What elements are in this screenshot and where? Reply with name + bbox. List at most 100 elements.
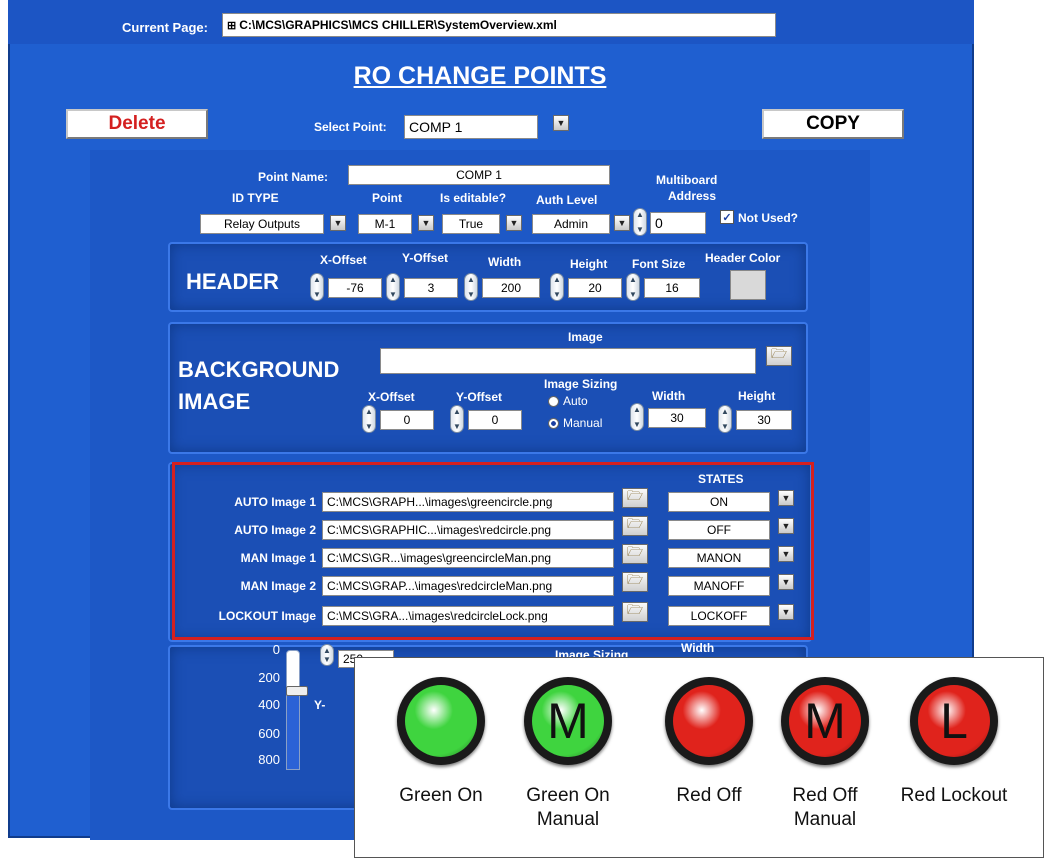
tree-icon: ⊞	[227, 19, 237, 32]
id-type-label: ID TYPE	[232, 191, 279, 205]
header-x-offset-label: X-Offset	[320, 253, 367, 267]
current-page-field[interactable]: ⊞ C:\MCS\GRAPHICS\MCS CHILLER\SystemOver…	[222, 13, 776, 37]
multiboard-spinner[interactable]: ▲ ▼	[633, 208, 647, 236]
image-row-state-dropdown-arrow[interactable]: ▼	[778, 518, 794, 534]
legend-circle-ring	[397, 677, 485, 765]
point-name-field[interactable]: COMP 1	[348, 165, 610, 185]
background-browse-folder-icon[interactable]: 🗁	[766, 346, 792, 366]
auto-label: Auto	[563, 394, 588, 408]
is-editable-field[interactable]: True	[442, 214, 500, 234]
image-row-state-dropdown-arrow[interactable]: ▼	[778, 574, 794, 590]
header-font-size-spinner[interactable]: ▲ ▼	[626, 273, 640, 301]
bg-height-spinner[interactable]: ▲ ▼	[718, 405, 732, 433]
delete-button[interactable]: Delete	[66, 109, 208, 139]
bg-y-offset-field[interactable]: 0	[468, 410, 522, 430]
bg-x-offset-label: X-Offset	[368, 390, 415, 404]
background-image-path-field[interactable]	[380, 348, 756, 374]
image-row-state-dropdown-arrow[interactable]: ▼	[778, 546, 794, 562]
header-font-size-label: Font Size	[632, 257, 686, 271]
header-y-offset-spinner[interactable]: ▲ ▼	[386, 273, 400, 301]
image-sizing-auto-option[interactable]: Auto	[548, 394, 588, 408]
legend-circle-ring: M	[781, 677, 869, 765]
image-row-label: LOCKOUT Image	[218, 609, 316, 623]
multiboard-address-field[interactable]: 0	[650, 212, 706, 234]
image-row-state-field[interactable]: OFF	[668, 520, 770, 540]
id-type-dropdown-arrow[interactable]: ▼	[330, 215, 346, 231]
image-row-state-dropdown-arrow[interactable]: ▼	[778, 604, 794, 620]
legend-circle-ring	[665, 677, 753, 765]
slider-tick-label: 0	[272, 642, 280, 657]
image-row-path-field[interactable]: C:\MCS\GRAP...\images\redcircleMan.png	[322, 576, 614, 596]
point-dropdown-arrow[interactable]: ▼	[418, 215, 434, 231]
image-row-browse-folder-icon[interactable]: 🗁	[622, 544, 648, 564]
image-row-label: AUTO Image 1	[234, 495, 316, 509]
vertical-slider-handle[interactable]	[286, 686, 308, 696]
header-width-spinner[interactable]: ▲ ▼	[464, 273, 478, 301]
legend-caption-line1: Green On	[399, 785, 483, 806]
lower-spinner[interactable]: ▲ ▼	[320, 644, 334, 666]
legend-circle: M	[789, 685, 861, 757]
image-row-state-dropdown-arrow[interactable]: ▼	[778, 490, 794, 506]
legend-caption: Green On	[371, 784, 511, 808]
header-y-offset-field[interactable]: 3	[404, 278, 458, 298]
image-sizing-manual-option[interactable]: Manual	[548, 416, 602, 430]
auth-level-label: Auth Level	[536, 193, 598, 207]
point-label: Point	[372, 191, 402, 205]
image-row-browse-folder-icon[interactable]: 🗁	[622, 516, 648, 536]
header-x-offset-field[interactable]: -76	[328, 278, 382, 298]
point-field[interactable]: M-1	[358, 214, 412, 234]
current-page-label: Current Page:	[122, 20, 208, 35]
legend-caption: Red Off Manual	[755, 784, 895, 832]
header-width-field[interactable]: 200	[482, 278, 540, 298]
copy-button[interactable]: COPY	[762, 109, 904, 139]
image-row-browse-folder-icon[interactable]: 🗁	[622, 602, 648, 622]
slider-tick-label: 200	[258, 670, 280, 685]
bg-width-field[interactable]: 30	[648, 408, 706, 428]
slider-tick-label: 400	[258, 697, 280, 712]
id-type-field[interactable]: Relay Outputs	[200, 214, 324, 234]
header-color-label: Header Color	[705, 251, 781, 265]
state-legend-popup: Green On M Green On Manual Red Off M Red…	[354, 657, 1044, 858]
header-width-label: Width	[488, 255, 522, 269]
image-row-path-field[interactable]: C:\MCS\GRAPHIC...\images\redcircle.png	[322, 520, 614, 540]
image-row-label: AUTO Image 2	[234, 523, 316, 537]
image-row-path-field[interactable]: C:\MCS\GR...\images\greencircleMan.png	[322, 548, 614, 568]
background-image-panel	[168, 322, 808, 454]
image-row-label: MAN Image 1	[240, 551, 316, 565]
manual-radio[interactable]	[548, 417, 559, 429]
address-label: Address	[668, 189, 717, 203]
bg-width-spinner[interactable]: ▲ ▼	[630, 403, 644, 431]
select-point-field[interactable]: COMP 1	[404, 115, 538, 139]
select-point-label: Select Point:	[314, 120, 387, 134]
bg-x-offset-field[interactable]: 0	[380, 410, 434, 430]
header-height-spinner[interactable]: ▲ ▼	[550, 273, 564, 301]
bg-height-field[interactable]: 30	[736, 410, 792, 430]
not-used-label: Not Used?	[738, 211, 798, 225]
select-point-dropdown-arrow[interactable]: ▼	[553, 115, 569, 131]
image-row-path-field[interactable]: C:\MCS\GRA...\images\redcircleLock.png	[322, 606, 614, 626]
auth-level-dropdown-arrow[interactable]: ▼	[614, 215, 630, 231]
background-image-label: Image	[568, 330, 603, 344]
image-row-path-field[interactable]: C:\MCS\GRAPH...\images\greencircle.png	[322, 492, 614, 512]
is-editable-dropdown-arrow[interactable]: ▼	[506, 215, 522, 231]
header-font-size-field[interactable]: 16	[644, 278, 700, 298]
header-height-field[interactable]: 20	[568, 278, 622, 298]
bg-y-offset-spinner[interactable]: ▲ ▼	[450, 405, 464, 433]
auth-level-field[interactable]: Admin	[532, 214, 610, 234]
image-row-state-field[interactable]: LOCKOFF	[668, 606, 770, 626]
image-row-state-field[interactable]: MANOFF	[668, 576, 770, 596]
lower-y-label: Y-	[314, 698, 326, 712]
image-row-state-field[interactable]: MANON	[668, 548, 770, 568]
point-name-label: Point Name:	[258, 170, 329, 184]
header-color-swatch[interactable]	[730, 270, 766, 300]
header-x-offset-spinner[interactable]: ▲ ▼	[310, 273, 324, 301]
bg-x-offset-spinner[interactable]: ▲ ▼	[362, 405, 376, 433]
legend-caption-line1: Green On	[526, 785, 610, 806]
not-used-checkbox[interactable]: ✓	[720, 210, 734, 224]
auto-radio[interactable]	[548, 395, 559, 407]
image-row-browse-folder-icon[interactable]: 🗁	[622, 572, 648, 592]
image-row-browse-folder-icon[interactable]: 🗁	[622, 488, 648, 508]
image-row-state-field[interactable]: ON	[668, 492, 770, 512]
manual-label: Manual	[563, 416, 603, 430]
bg-y-offset-label: Y-Offset	[456, 390, 503, 404]
